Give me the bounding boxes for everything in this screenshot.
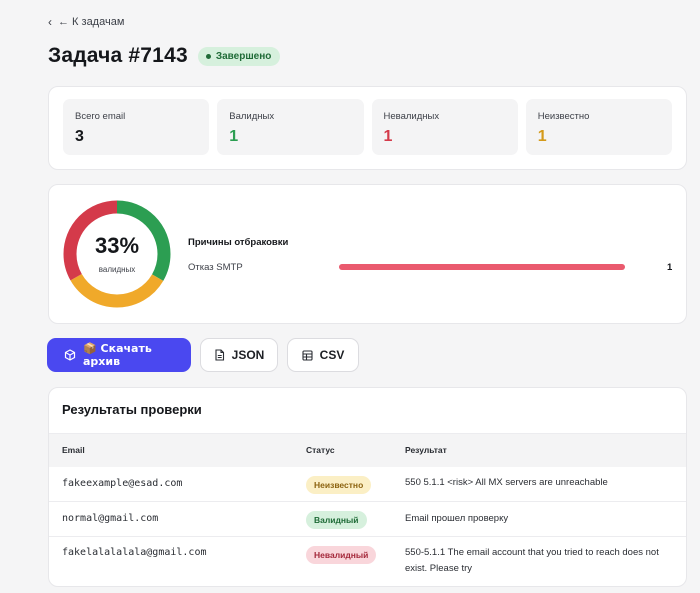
stat-unknown: Неизвестно 1	[525, 99, 672, 155]
status-badge-unknown: Неизвестно	[306, 476, 372, 494]
back-to-tasks-link[interactable]: ‹ ← К задачам	[48, 15, 124, 29]
export-csv-button[interactable]: CSV	[287, 338, 359, 372]
reason-bar-fill	[339, 264, 625, 270]
row-result: 550-5.1.1 The email account that you tri…	[405, 547, 659, 574]
results-card: Результаты проверки Email Статус Результ…	[48, 387, 687, 587]
table-icon	[302, 349, 313, 361]
status-badge-valid: Валидный	[306, 511, 367, 529]
download-archive-button[interactable]: 📦 Скачать архив	[47, 338, 191, 372]
stat-value: 3	[75, 128, 84, 145]
row-status: Невалидный	[306, 545, 377, 564]
page-header: Задача #7143 Завершено	[48, 44, 281, 68]
row-status: Неизвестно	[306, 475, 372, 494]
stat-label: Неизвестно	[537, 111, 590, 122]
stat-value: 1	[537, 128, 547, 145]
status-badge-label: Завершено	[215, 50, 272, 62]
reason-label: Отказ SMTP	[188, 262, 243, 273]
validity-donut-chart: 33% валидных	[63, 200, 171, 308]
table-row: fakeexample@esad.com Неизвестно 550 5.1.…	[49, 467, 686, 502]
table-row: normal@gmail.com Валидный Email прошел п…	[49, 502, 686, 537]
export-actions: 📦 Скачать архив JSON CSV	[47, 338, 359, 372]
results-table-header: Email Статус Результат	[49, 433, 686, 467]
status-badge: Завершено	[197, 46, 281, 66]
donut-sub-label: валидных	[98, 264, 136, 274]
row-status: Валидный	[306, 510, 367, 529]
reason-bar-track	[339, 264, 625, 270]
results-title: Результаты проверки	[62, 402, 202, 417]
row-result: 550 5.1.1 <risk> All MX servers are unre…	[405, 477, 608, 488]
export-csv-label: CSV	[319, 348, 345, 362]
row-email: normal@gmail.com	[62, 513, 159, 524]
status-badge-invalid: Невалидный	[306, 546, 377, 564]
stat-valid: Валидных 1	[217, 99, 364, 155]
chevron-left-icon: ‹	[48, 15, 52, 29]
status-dot-icon	[205, 53, 211, 59]
stats-card: Всего email 3 Валидных 1 Невалидных 1 Не…	[48, 86, 687, 170]
row-email: fakeexample@esad.com	[62, 478, 183, 489]
page-title: Задача #7143	[48, 44, 188, 67]
row-email: fakelalalalala@gmail.com	[62, 547, 207, 558]
export-json-label: JSON	[231, 348, 265, 362]
row-result: Email прошел проверку	[405, 513, 509, 524]
stat-value: 1	[383, 128, 393, 145]
file-icon	[214, 349, 225, 361]
reason-count: 1	[667, 262, 673, 273]
donut-center: 33% валидных	[63, 200, 171, 308]
download-archive-label: 📦 Скачать архив	[83, 342, 152, 368]
table-row: fakelalalalala@gmail.com Невалидный 550-…	[49, 537, 686, 586]
stat-label: Невалидных	[383, 111, 440, 122]
summary-chart-card: 33% валидных Причины отбраковки Отказ SM…	[48, 184, 687, 324]
donut-percent: 33%	[94, 232, 140, 258]
stat-total: Всего email 3	[63, 99, 210, 155]
export-json-button[interactable]: JSON	[200, 338, 278, 372]
stat-value: 1	[229, 128, 239, 145]
column-header-status: Статус	[306, 445, 335, 455]
stat-label: Всего email	[75, 111, 126, 122]
column-header-email: Email	[62, 445, 85, 455]
column-header-result: Результат	[405, 445, 447, 455]
cube-icon	[64, 349, 76, 361]
stat-label: Валидных	[229, 111, 275, 122]
back-link-label: ← К задачам	[58, 16, 125, 28]
rejection-reasons-title: Причины отбраковки	[188, 237, 289, 248]
stat-invalid: Невалидных 1	[371, 99, 518, 155]
